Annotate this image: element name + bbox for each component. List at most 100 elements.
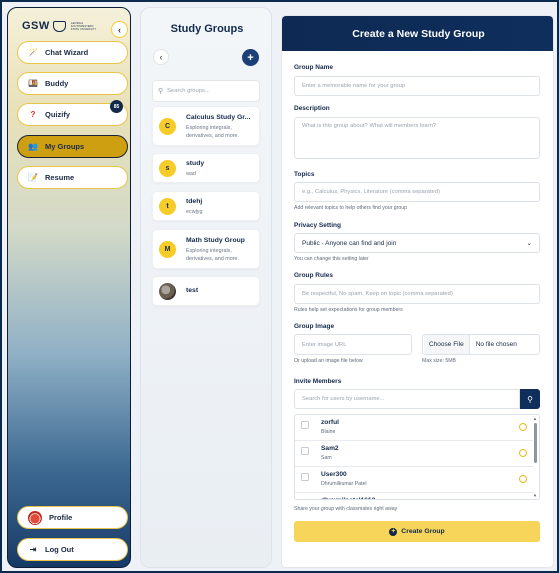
select-user-radio[interactable] [519,423,527,431]
add-group-button[interactable]: + [242,49,259,66]
sidebar-item-label: My Groups [45,142,85,151]
list-item[interactable]: zorful Blaine [295,415,533,441]
rules-input[interactable]: Be respectful, No spam, Keep on topic (c… [294,284,540,304]
group-icon: 👥 [28,142,38,151]
buddy-icon: 🍱 [28,79,38,88]
logo: GSW GEORGIA SOUTHWESTERN STATE UNIVERSIT… [22,20,96,32]
logout-icon: ⇥ [29,545,37,554]
privacy-help: You can change this setting later [294,256,369,262]
wand-icon: 🪄 [28,48,38,57]
avatar [28,510,42,525]
question-icon: ? [30,110,36,119]
sidebar: GSW GEORGIA SOUTHWESTERN STATE UNIVERSIT… [7,7,131,568]
list-item[interactable]: dhrumilpatel1612 [295,493,533,500]
group-name: test [186,287,199,294]
privacy-label: Privacy Setting [294,222,341,229]
sidebar-item-buddy[interactable]: 🍱 Buddy [17,72,128,95]
group-card[interactable]: s study wad [152,153,260,183]
description-textarea[interactable]: What is this group about? What will memb… [294,117,540,159]
collapse-sidebar-button[interactable]: ‹ [111,21,128,38]
image-url-input[interactable]: Enter image URL [294,334,412,355]
topics-input[interactable]: e.g., Calculus, Physics, Literature (com… [294,182,540,202]
image-help: Or upload an image file below [294,358,363,364]
user-avatar [301,447,309,455]
sidebar-item-label: Quizify [45,110,71,119]
group-initial: t [159,198,176,215]
choose-file-button[interactable]: Choose File [424,335,470,354]
privacy-select[interactable]: Public - Anyone can find and join ⌄ [294,233,540,253]
username: User300 [321,471,347,478]
plus-icon: + [389,527,398,536]
app-frame: GSW GEORGIA SOUTHWESTERN STATE UNIVERSIT… [0,0,559,573]
list-item[interactable]: User300 Dhrumilkumar Patel [295,467,533,493]
document-icon: 📝 [28,173,38,182]
sidebar-item-chat-wizard[interactable]: 🪄 Chat Wizard [17,41,128,64]
search-groups-field: ⚲ [152,80,260,102]
topics-label: Topics [294,171,315,178]
user-avatar [301,421,309,429]
study-groups-panel: Study Groups ‹ + ⚲ C Calculus Study Gr..… [140,7,272,568]
group-initial: M [159,241,176,258]
sidebar-item-label: Resume [45,173,75,182]
user-fullname: Sam [321,455,332,461]
group-description: Exploring integrals, derivatives, and mo… [186,125,240,139]
logo-subtext: GEORGIA SOUTHWESTERN STATE UNIVERSITY [70,21,97,31]
group-card[interactable]: test [152,276,260,306]
logo-text: GSW [22,20,50,32]
invite-help: Share your group with classmates right a… [294,506,398,512]
sidebar-item-label: Chat Wizard [45,48,89,57]
username: zorful [321,419,339,426]
user-avatar [301,499,309,500]
user-fullname: Blaine [321,429,336,435]
select-user-radio[interactable] [519,449,527,457]
user-search-input[interactable]: Search for users by username... [294,389,520,409]
user-list: zorful Blaine Sam2 Sam User300 Dhrumilku… [294,414,540,500]
invite-label: Invite Members [294,378,342,385]
rules-help: Rules help set expectations for group me… [294,307,403,313]
form-title: Create a New Study Group [282,16,553,51]
scrollbar[interactable]: ▲ ▼ [533,416,538,498]
chevron-down-icon: ⌄ [526,240,532,247]
group-description: Exploring integrals, derivatives, and mo… [186,248,240,262]
group-name-input[interactable]: Enter a memorable name for your group [294,76,540,96]
image-label: Group Image [294,323,335,330]
list-item[interactable]: Sam2 Sam [295,441,533,467]
sidebar-item-label: Buddy [45,79,69,88]
select-user-radio[interactable] [519,475,527,483]
file-name: No file chosen [475,341,517,348]
back-button[interactable]: ‹ [153,49,169,65]
privacy-value: Public - Anyone can find and join [302,239,397,247]
search-icon: ⚲ [527,394,533,404]
shield-icon [52,20,66,32]
group-card[interactable]: M Math Study Group Exploring integrals, … [152,229,260,269]
user-fullname: Dhrumilkumar Patel [321,481,367,487]
group-avatar [159,283,176,300]
scrollbar-thumb[interactable] [534,423,537,463]
group-description: ecwjyg [186,209,203,215]
group-card[interactable]: C Calculus Study Gr... Exploring integra… [152,106,260,146]
sidebar-item-resume[interactable]: 📝 Resume [17,166,128,189]
search-groups-input[interactable] [167,88,258,94]
group-name-label: Group Name [294,64,334,71]
group-name: Calculus Study Gr... [186,114,251,121]
group-card[interactable]: t tdehj ecwjyg [152,191,260,221]
user-search-button[interactable]: ⚲ [520,389,540,409]
group-initial: s [159,160,176,177]
plus-icon: + [247,51,254,64]
sidebar-item-quizify[interactable]: ? Quizify 85 [17,100,128,126]
search-icon: ⚲ [158,88,164,95]
notification-badge: 85 [110,100,123,113]
sidebar-item-logout[interactable]: ⇥ Log Out [17,538,128,561]
sidebar-item-profile[interactable]: Profile [17,506,128,529]
scroll-down-icon[interactable]: ▼ [533,493,537,498]
chevron-left-icon: ‹ [118,24,121,35]
image-file-input[interactable]: Choose File No file chosen [422,334,540,355]
create-group-button[interactable]: + Create Group [294,521,540,542]
description-label: Description [294,105,330,112]
rules-label: Group Rules [294,272,334,279]
create-group-form: Create a New Study Group Group Name Ente… [281,15,554,568]
sidebar-item-my-groups[interactable]: 👥 My Groups [17,135,128,158]
sidebar-item-label: Profile [49,513,73,522]
username: dhrumilpatel1612 [321,497,375,499]
scroll-up-icon[interactable]: ▲ [533,416,537,421]
